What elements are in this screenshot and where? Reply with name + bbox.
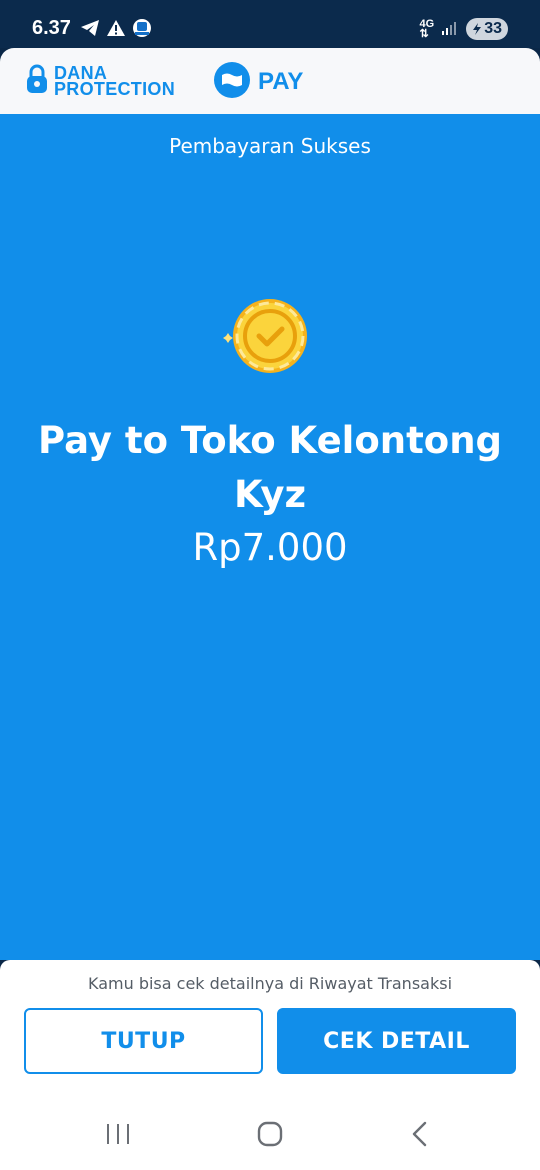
signal-icon xyxy=(442,20,458,39)
back-icon[interactable] xyxy=(406,1120,434,1152)
bottom-panel: Kamu bisa cek detailnya di Riwayat Trans… xyxy=(0,960,540,1100)
merchant-name: Pay to Toko Kelontong Kyz xyxy=(37,419,503,516)
app-header: DANA PROTECTION PAY xyxy=(0,48,540,114)
dana-protection-logo: DANA PROTECTION xyxy=(26,64,175,98)
telegram-icon xyxy=(80,19,100,41)
warning-icon xyxy=(106,19,126,41)
close-button-label: TUTUP xyxy=(101,1028,186,1054)
payment-amount: Rp7.000 xyxy=(192,526,348,569)
transaction-history-hint: Kamu bisa cek detailnya di Riwayat Trans… xyxy=(87,974,453,993)
status-time: 6.37 xyxy=(32,17,71,39)
protection-line2: PROTECTION xyxy=(54,79,176,99)
payment-status-title: Pembayaran Sukses xyxy=(169,134,371,158)
pay-label: PAY xyxy=(258,68,304,95)
dana-logo-icon xyxy=(214,62,250,102)
close-button[interactable]: TUTUP xyxy=(24,1008,263,1074)
system-nav-bar xyxy=(0,1100,540,1170)
check-detail-button[interactable]: CEK DETAIL xyxy=(277,1008,516,1074)
dana-pay-logo: PAY xyxy=(214,62,303,102)
app-notification-icon xyxy=(132,18,152,42)
payment-success-panel: Pembayaran Sukses Pay to Toko Kelontong … xyxy=(0,114,540,960)
coin-check-icon xyxy=(222,296,312,380)
check-detail-button-label: CEK DETAIL xyxy=(323,1028,470,1054)
recents-icon[interactable] xyxy=(104,1120,132,1152)
lock-icon xyxy=(26,64,48,98)
status-bar: 6.37 4G ⇅ 33 xyxy=(0,0,540,48)
battery-indicator: 33 xyxy=(466,18,508,40)
home-icon[interactable] xyxy=(256,1120,284,1152)
network-type: 4G ⇅ xyxy=(419,18,435,40)
